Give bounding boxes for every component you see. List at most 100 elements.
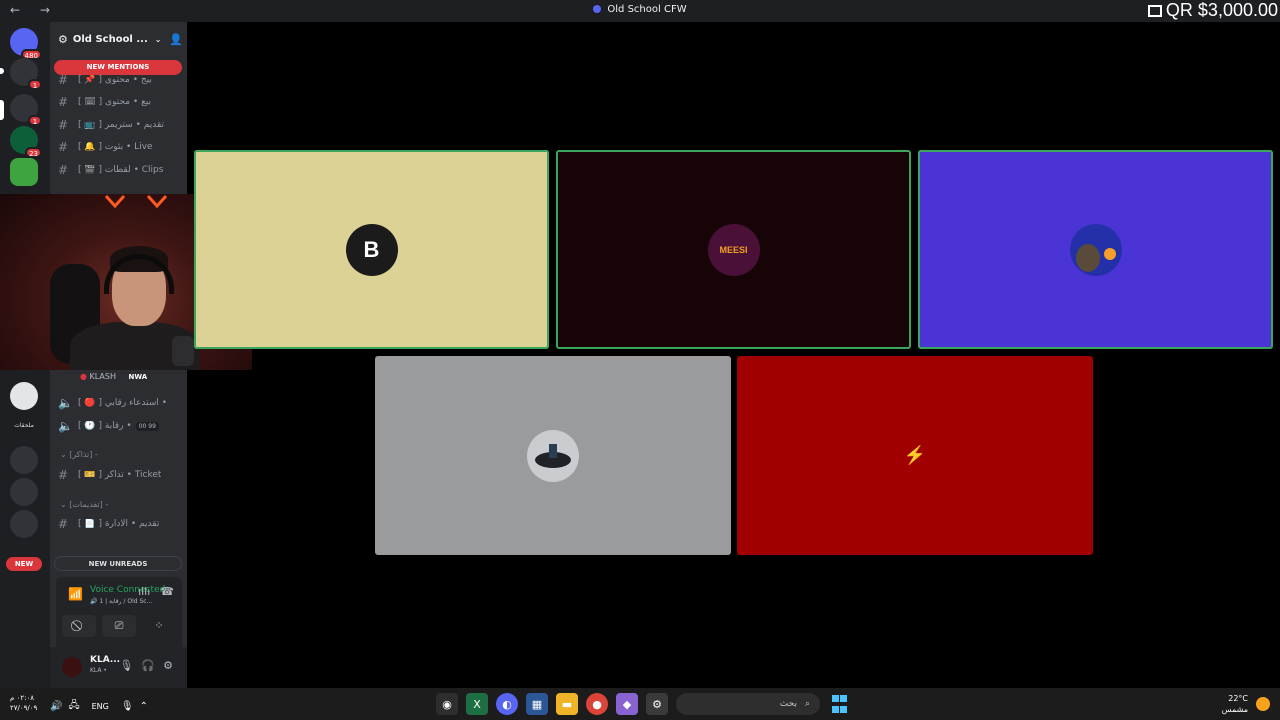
voice-member[interactable]: ● KLASH NWA bbox=[80, 372, 147, 381]
settings-icon[interactable]: ⚙ bbox=[646, 693, 668, 715]
hash-icon: # bbox=[58, 118, 69, 132]
user-name: KLA... bbox=[90, 655, 121, 665]
participant-avatar: MEESI bbox=[707, 223, 760, 276]
unread-pip bbox=[0, 68, 4, 74]
screen: ← → Old School CFW QR $3,000.00 480 1 1 … bbox=[0, 0, 1280, 720]
file-explorer-icon[interactable]: ▬ bbox=[556, 693, 578, 715]
participant-avatar bbox=[1069, 223, 1122, 276]
system-tray: 🔊 🖧 ENG 🎙 ⌃ bbox=[50, 698, 148, 715]
mention-badge: 1 bbox=[28, 115, 42, 126]
user-status: KLA • bbox=[90, 667, 107, 674]
server-icon-3[interactable]: 1 bbox=[10, 94, 42, 126]
volume-icon[interactable]: 🔊 bbox=[50, 701, 62, 712]
screen-share-button[interactable]: ⎚ bbox=[102, 615, 136, 637]
user-limit-counter: 00 99 bbox=[135, 421, 159, 431]
channel-item[interactable]: # [ 🗓 ] بيع • محتوى bbox=[58, 93, 184, 111]
title-bar: ← → Old School CFW QR $3,000.00 bbox=[0, 0, 1280, 22]
category-applications[interactable]: ⌄ [تقديمات] - bbox=[60, 500, 108, 509]
voice-channel-item[interactable]: 🔈 [ 🔴 ] استدعاء رقابي • bbox=[58, 394, 184, 412]
red-icon: ● bbox=[80, 372, 87, 381]
window-title: Old School CFW bbox=[0, 4, 1280, 15]
weather-condition: مشمس bbox=[1221, 705, 1248, 714]
server-icon-9[interactable] bbox=[10, 510, 38, 538]
hash-icon: # bbox=[58, 517, 69, 531]
nwa-server-icon[interactable] bbox=[10, 382, 38, 410]
category-tickets[interactable]: ⌄ [تذاكر] - bbox=[60, 450, 98, 459]
invite-icon[interactable]: 👤 bbox=[169, 33, 183, 46]
selected-pip bbox=[0, 100, 4, 120]
excel-icon[interactable]: X bbox=[466, 693, 488, 715]
channel-item[interactable]: # [ 📺 ] تقديم • ستريمر bbox=[58, 116, 184, 134]
noise-suppression-icon[interactable]: ıllı bbox=[138, 585, 150, 598]
chevron-up-icon[interactable]: ⌃ bbox=[140, 701, 148, 712]
user-avatar[interactable] bbox=[62, 657, 82, 677]
member-tag: NWA bbox=[128, 373, 148, 381]
speaker-icon: 🔈 bbox=[58, 419, 73, 433]
neon-light-icon bbox=[146, 194, 168, 209]
server-name: Old School ... bbox=[72, 33, 148, 45]
channel-item-admin[interactable]: # [ 📄 ] تقديم • الادارة bbox=[58, 515, 184, 533]
language-indicator[interactable]: ENG bbox=[92, 702, 109, 711]
participant-avatar: B bbox=[345, 223, 398, 276]
server-icon-2[interactable]: 1 bbox=[10, 58, 42, 90]
new-unreads-pill[interactable]: NEW UNREADS bbox=[54, 556, 182, 571]
channel-item[interactable]: # [ 📌 ] بيج • محتوى bbox=[58, 71, 184, 89]
microphone-icon[interactable]: 🎙 bbox=[119, 659, 133, 672]
weather-widget[interactable]: 22°C مشمس bbox=[1222, 693, 1270, 715]
start-button-icon[interactable] bbox=[828, 693, 850, 715]
participant-avatar: ⚡ bbox=[903, 445, 927, 465]
participant-tile-5[interactable]: ⚡ bbox=[737, 356, 1093, 555]
windows-taskbar: ٠٢:٠٨ م ٢٧/٠٩/٠٩ 🔊 🖧 ENG 🎙 ⌃ ◉ X ◐ ▦ ▬ ●… bbox=[0, 688, 1280, 720]
participant-tile-2[interactable]: MEESI bbox=[556, 150, 911, 349]
gear-icon[interactable]: ⚙ bbox=[163, 659, 173, 672]
server-icon-4[interactable]: 23 bbox=[10, 126, 42, 158]
server-icon-8[interactable] bbox=[10, 478, 38, 506]
camera-off-button[interactable]: ⃠ bbox=[62, 615, 96, 637]
hash-icon: # bbox=[58, 163, 69, 177]
voice-location[interactable]: 🔊 1 | رقابة / Old Sc... bbox=[90, 598, 152, 605]
user-controls: 🎙 🎧 ⚙ bbox=[119, 659, 173, 672]
headphones-icon[interactable]: 🎧 bbox=[141, 659, 155, 672]
voice-channel-item[interactable]: 🔈 [ 🕐 ] رقابة • 00 99 bbox=[58, 417, 184, 435]
stream-overlay-qr: QR $3,000.00 bbox=[1147, 0, 1278, 21]
server-icon-7[interactable] bbox=[10, 446, 38, 474]
store-icon[interactable]: ▦ bbox=[526, 693, 548, 715]
hash-icon: # bbox=[58, 468, 69, 482]
chevron-down-icon: ⌄ bbox=[154, 34, 162, 44]
cat-avatar-icon bbox=[1075, 243, 1116, 272]
channel-item-ticket[interactable]: # [ 🎫 ] تذاكر • Ticket bbox=[58, 466, 184, 484]
mention-badge: 23 bbox=[25, 147, 42, 158]
microphone-icon[interactable]: 🎙 bbox=[121, 701, 134, 712]
activities-button[interactable]: ⁘ bbox=[142, 615, 176, 637]
search-icon: ⌕ bbox=[804, 699, 810, 709]
search-box[interactable]: بحث ⌕ bbox=[676, 693, 820, 715]
mention-badge: 1 bbox=[28, 79, 42, 90]
server-settings-icon: ⚙ bbox=[58, 32, 68, 46]
clock[interactable]: ٠٢:٠٨ م ٢٧/٠٩/٠٩ bbox=[10, 693, 37, 713]
discord-home-icon[interactable]: 480 bbox=[10, 28, 42, 60]
participant-tile-1[interactable]: B bbox=[194, 150, 549, 349]
participant-tile-3[interactable] bbox=[918, 150, 1273, 349]
creeper-server-icon[interactable] bbox=[10, 158, 38, 186]
discord-icon[interactable]: ◐ bbox=[496, 693, 518, 715]
disconnect-icon[interactable]: ☎ bbox=[160, 585, 174, 598]
new-unreads-pill[interactable]: NEW bbox=[6, 557, 42, 571]
channel-item-live[interactable]: # [ 🔔 ] بثوت • Live bbox=[58, 138, 184, 156]
temperature: 22°C bbox=[1228, 694, 1248, 703]
neon-light-icon bbox=[104, 194, 126, 209]
copilot-icon[interactable]: ◆ bbox=[616, 693, 638, 715]
hash-icon: # bbox=[58, 95, 69, 109]
server-header[interactable]: ⚙ Old School ... ⌄ 👤 bbox=[58, 30, 183, 48]
folder-label: ملحقات bbox=[14, 422, 34, 429]
channel-item-clips[interactable]: # [ 🎬 ] لقطات • Clips bbox=[58, 161, 184, 179]
network-icon[interactable]: 🖧 bbox=[68, 698, 79, 715]
hash-icon: # bbox=[58, 140, 69, 154]
participant-tile-4[interactable] bbox=[375, 356, 731, 555]
motorbike-avatar-icon bbox=[535, 443, 571, 468]
chrome-icon[interactable]: ● bbox=[586, 693, 608, 715]
microphone bbox=[172, 336, 194, 366]
monitor-icon bbox=[1147, 4, 1162, 17]
voice-actions: ıllı ☎ bbox=[138, 585, 174, 598]
obs-icon[interactable]: ◉ bbox=[436, 693, 458, 715]
signal-icon[interactable]: 📶 bbox=[68, 587, 83, 601]
